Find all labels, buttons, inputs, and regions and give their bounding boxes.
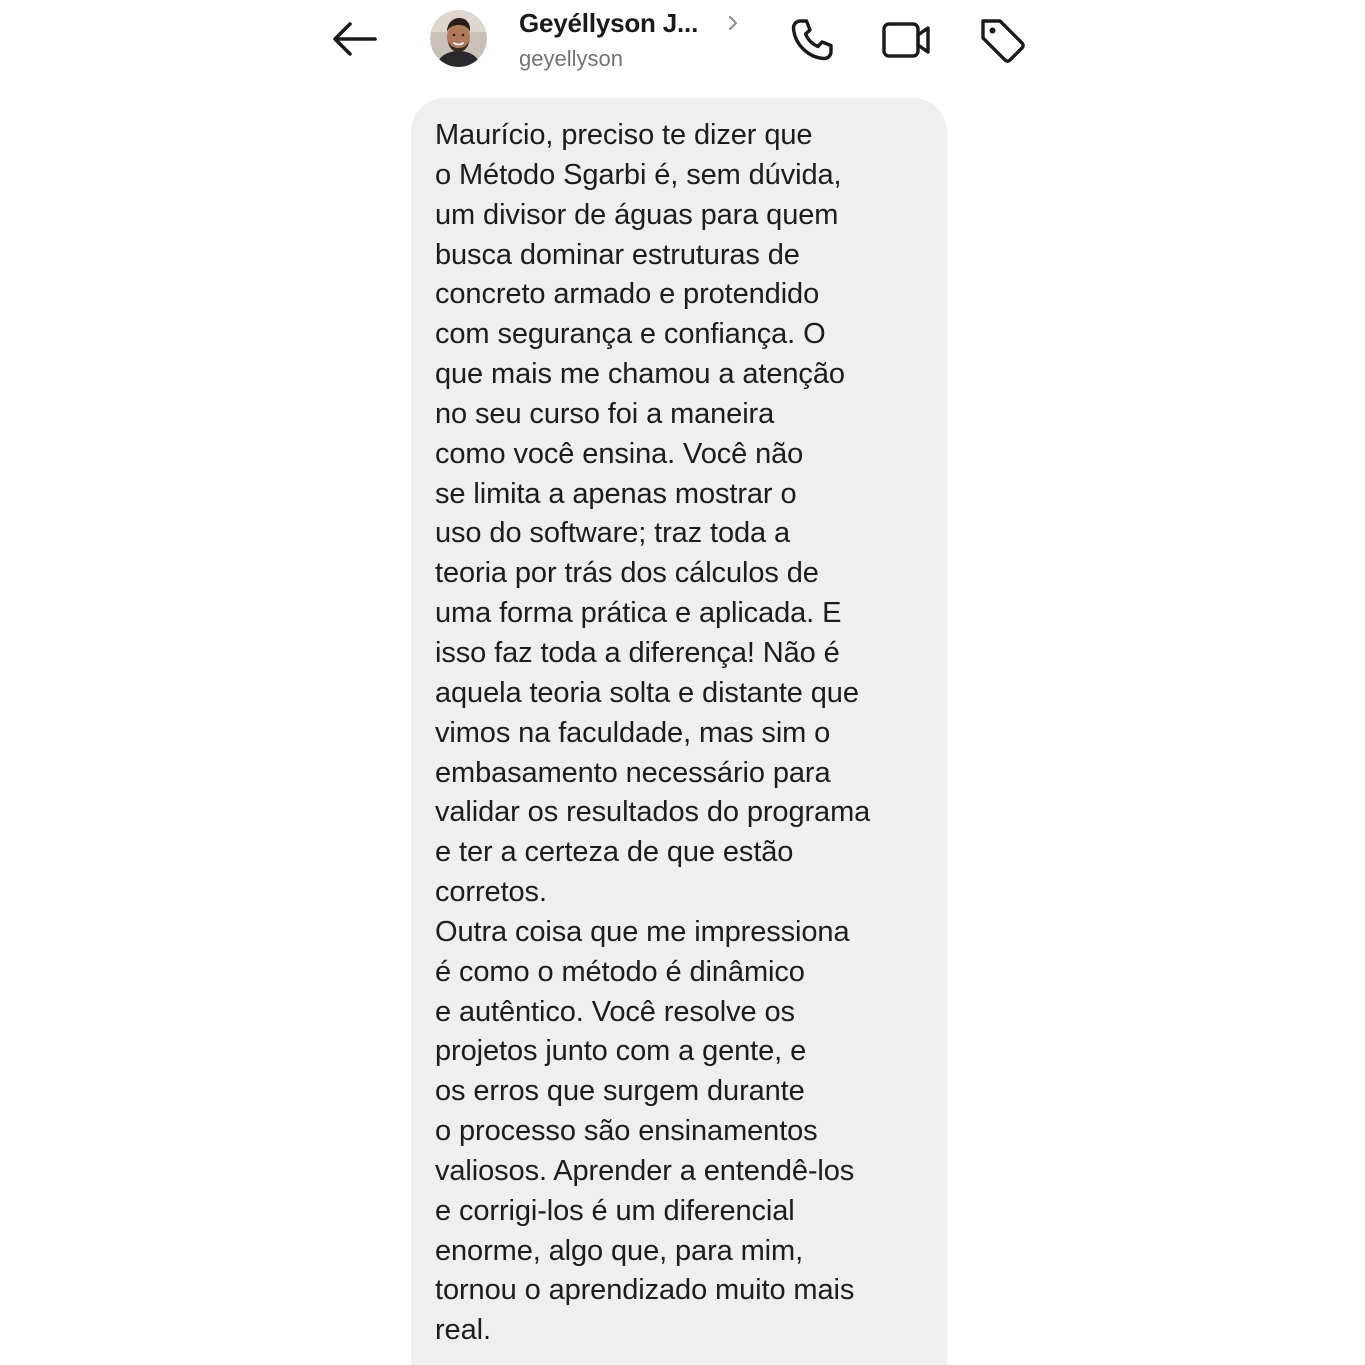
message-line: os erros que surgem durante — [435, 1075, 805, 1108]
message-line: é como o método é dinâmico — [435, 955, 805, 988]
chat-screen: Geyéllyson J... geyellyson Maurício, pre… — [0, 0, 1365, 1365]
audio-call-button[interactable] — [784, 12, 840, 68]
avatar[interactable] — [430, 10, 487, 67]
message-line: uso do software; traz toda a — [435, 517, 791, 550]
message-line: Maurício, preciso te dizer que — [435, 119, 813, 151]
message-line: teoria por trás dos cálculos de — [435, 557, 819, 590]
message-line: no seu curso foi a maneira — [435, 397, 775, 430]
message-line: vimos na faculdade, mas sim o — [435, 716, 831, 749]
video-call-button[interactable] — [879, 12, 935, 68]
message-line: se limita a apenas mostrar o — [435, 477, 797, 510]
video-camera-icon — [882, 22, 930, 58]
message-line: embasamento necessário para — [435, 756, 831, 789]
message-line: tornou o aprendizado muito mais — [435, 1274, 855, 1307]
message-line: aquela teoria solta e distante que — [435, 676, 859, 709]
message-line: como você ensina. Você não — [435, 437, 804, 470]
message-line: com segurança e confiança. O — [435, 318, 826, 351]
message-line: isso faz toda a diferença! Não é — [435, 636, 840, 669]
message-line: e ter a certeza de que estão — [435, 836, 794, 869]
message-line: projetos junto com a gente, e — [435, 1035, 807, 1068]
phone-icon — [791, 19, 833, 61]
message-line: validar os resultados do programa — [435, 796, 871, 829]
message-line: real. — [435, 1314, 491, 1347]
message-line: que mais me chamou a atenção — [435, 358, 845, 391]
message-line: o processo são ensinamentos — [435, 1115, 818, 1148]
message-bubble[interactable]: Maurício, preciso te dizer que o Método … — [411, 98, 947, 1365]
message-line: um divisor de águas para quem — [435, 198, 839, 231]
tag-icon — [981, 19, 1025, 63]
message-line: Outra coisa que me impressiona — [435, 915, 850, 948]
message-line: e corrigi-los é um diferencial — [435, 1194, 795, 1227]
message-line: busca dominar estruturas de — [435, 238, 800, 271]
message-line: valiosos. Aprender a entendê-los — [435, 1154, 855, 1187]
back-button[interactable] — [326, 14, 382, 64]
message-text: Maurício, preciso te dizer que o Método … — [435, 116, 937, 1351]
message-line: uma forma prática e aplicada. E — [435, 597, 842, 630]
message-line: e autêntico. Você resolve os — [435, 995, 795, 1028]
chevron-right-icon — [729, 16, 737, 30]
message-line: enorme, algo que, para mim, — [435, 1234, 804, 1267]
contact-info[interactable]: Geyéllyson J... geyellyson — [519, 6, 749, 76]
message-line: concreto armado e protendido — [435, 278, 820, 311]
contact-name: Geyéllyson J... — [519, 8, 699, 38]
tag-button[interactable] — [974, 12, 1030, 68]
contact-handle: geyellyson — [519, 46, 623, 71]
message-line: corretos. — [435, 876, 547, 909]
chat-header: Geyéllyson J... geyellyson — [0, 0, 1365, 86]
arrow-left-icon — [333, 22, 377, 56]
message-line: o Método Sgarbi é, sem dúvida, — [435, 158, 842, 191]
profile-photo — [430, 10, 487, 67]
